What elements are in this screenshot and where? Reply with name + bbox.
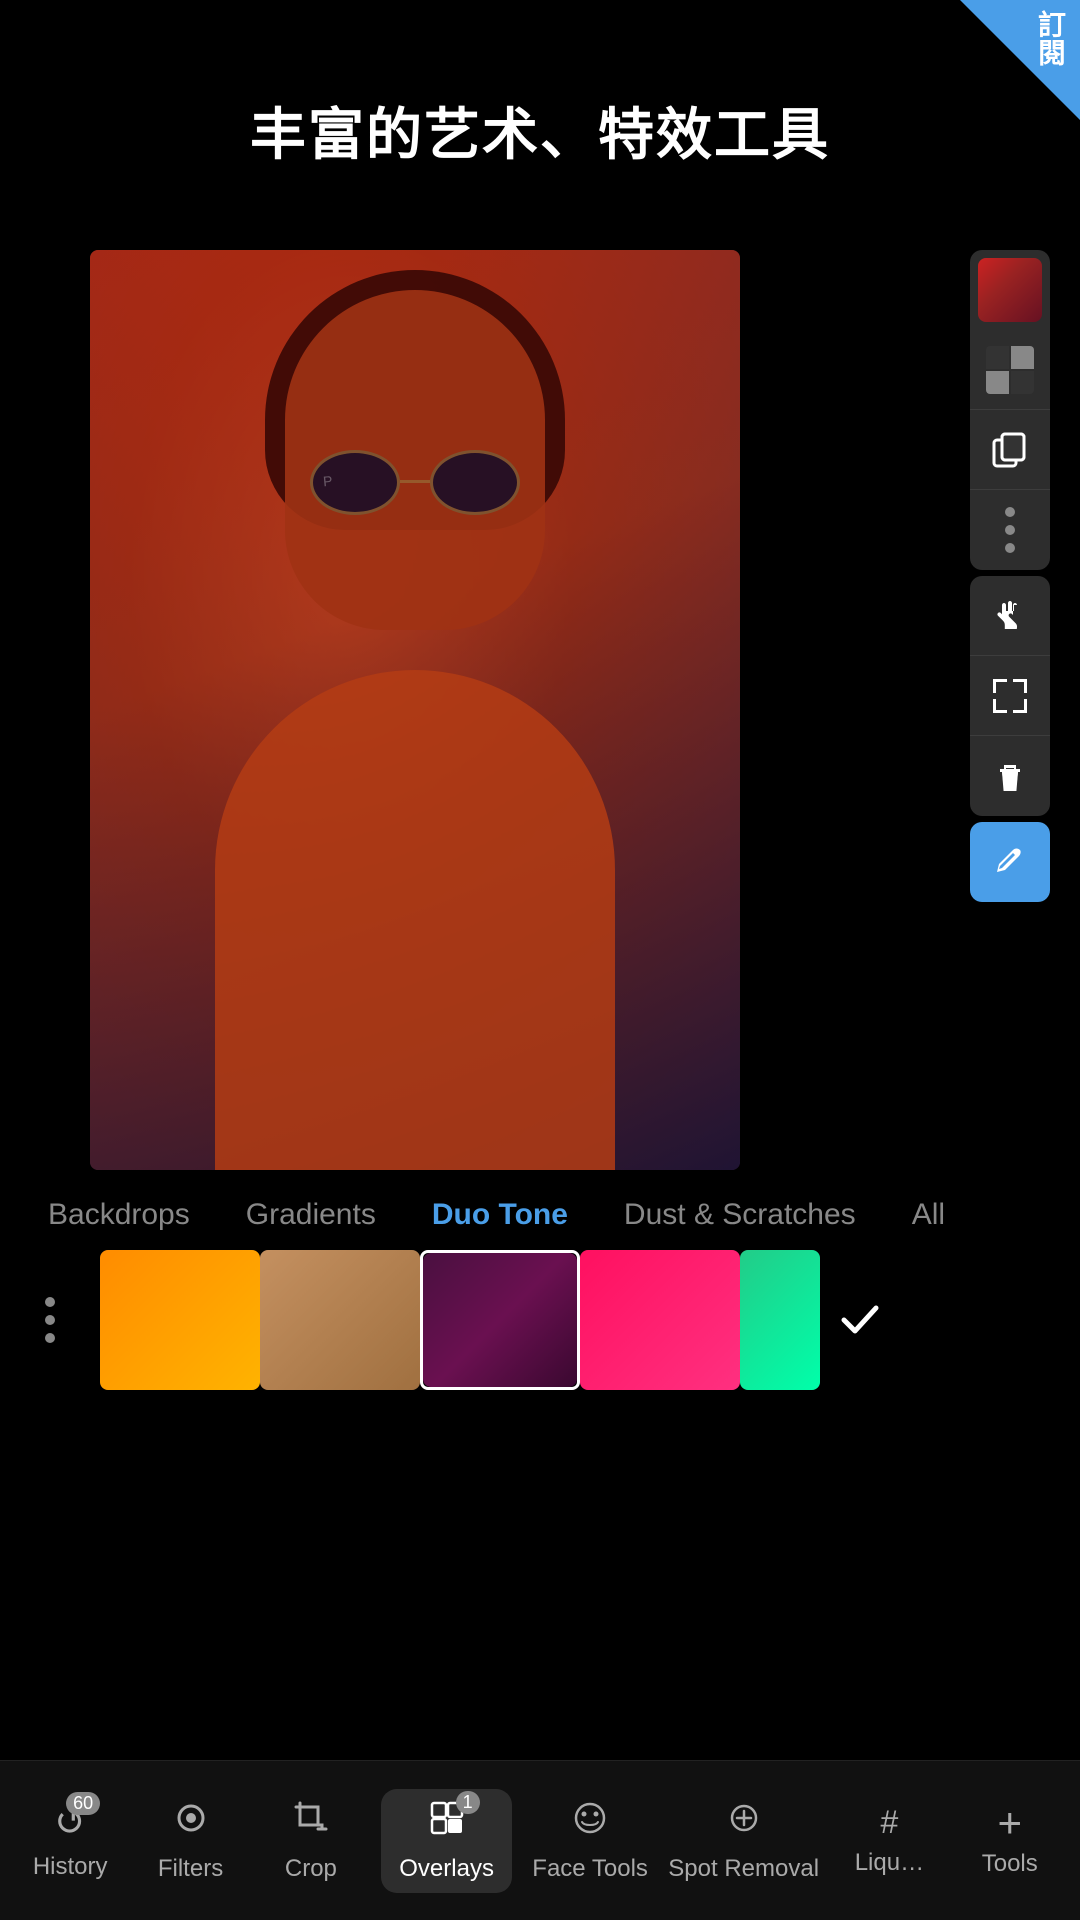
figure-head: P	[285, 290, 545, 630]
tab-duotone[interactable]: Duo Tone	[404, 1188, 596, 1242]
face-tools-icon	[571, 1799, 609, 1847]
overlay-menu-button[interactable]	[0, 1250, 100, 1390]
category-tabs: Backdrops Gradients Duo Tone Dust & Scra…	[0, 1180, 1080, 1250]
liquify-icon: #	[880, 1804, 898, 1841]
tab-gradients[interactable]: Gradients	[218, 1188, 404, 1242]
history-label: History	[33, 1853, 108, 1881]
thumb-orange-inner	[100, 1250, 260, 1390]
select-icon	[989, 675, 1031, 717]
delete-button[interactable]	[970, 736, 1050, 816]
select-button[interactable]	[970, 656, 1050, 736]
filters-icon	[172, 1799, 210, 1847]
corner-badge-text: 訂閱	[1030, 10, 1070, 66]
nav-liquify[interactable]: # Liqu…	[839, 1804, 939, 1877]
nav-filters[interactable]: Filters	[141, 1799, 241, 1883]
right-panel-mid	[970, 576, 1050, 816]
color-swatch	[978, 258, 1042, 322]
overlay-menu-icon	[45, 1297, 55, 1343]
right-panel-top	[970, 250, 1050, 570]
face-tools-label: Face Tools	[532, 1855, 648, 1883]
overlay-thumb-green[interactable]	[740, 1250, 820, 1390]
overlays-badge-container: 1	[428, 1799, 466, 1847]
filters-label: Filters	[158, 1855, 223, 1883]
thumb-pink-inner	[580, 1250, 740, 1390]
tools-icon: +	[997, 1804, 1022, 1842]
nav-crop[interactable]: Crop	[261, 1799, 361, 1883]
nav-face-tools[interactable]: Face Tools	[532, 1799, 648, 1883]
confirm-button[interactable]	[820, 1250, 900, 1390]
overlays-badge: 1	[456, 1791, 480, 1814]
glass-bridge	[400, 480, 430, 483]
nav-spot-removal[interactable]: Spot Removal	[668, 1799, 819, 1883]
crop-label: Crop	[285, 1855, 337, 1883]
history-badge: 60	[66, 1792, 100, 1815]
hand-icon	[989, 595, 1031, 637]
overlay-thumb-pink[interactable]	[580, 1250, 740, 1390]
checker-button[interactable]	[970, 330, 1050, 410]
check-icon	[838, 1298, 882, 1342]
thumb-green-inner	[740, 1250, 820, 1390]
overlay-thumb-orange[interactable]	[100, 1250, 260, 1390]
nav-overlays[interactable]: 1 Overlays	[381, 1789, 512, 1893]
eye-dropper-icon	[990, 842, 1030, 882]
page-title: 丰富的艺术、特效工具	[0, 90, 1080, 171]
color-swatch-button[interactable]	[970, 250, 1050, 330]
delete-icon	[990, 756, 1030, 796]
more-button[interactable]	[970, 490, 1050, 570]
overlays-label: Overlays	[399, 1855, 494, 1883]
spot-removal-icon	[725, 1799, 763, 1847]
overlay-thumb-tan[interactable]	[260, 1250, 420, 1390]
more-icon	[1005, 507, 1015, 553]
move-button[interactable]	[970, 576, 1050, 656]
tools-label: Tools	[982, 1850, 1038, 1878]
overlay-thumb-darkred[interactable]	[420, 1250, 580, 1390]
tab-dust-scratches[interactable]: Dust & Scratches	[596, 1188, 884, 1242]
right-panel	[970, 250, 1050, 902]
portrait-background: P	[90, 250, 740, 1170]
main-image: P	[90, 250, 740, 1170]
checker-icon	[986, 346, 1034, 394]
figure-body	[215, 670, 615, 1170]
bottom-nav: ↺ 60 History Filters Crop	[0, 1760, 1080, 1920]
thumb-darkred-inner	[423, 1253, 577, 1387]
overlay-row	[0, 1250, 1080, 1390]
nav-history[interactable]: ↺ 60 History	[20, 1800, 120, 1881]
nav-tools[interactable]: + Tools	[960, 1804, 1060, 1878]
duplicate-button[interactable]	[970, 410, 1050, 490]
history-badge-container: ↺ 60	[54, 1800, 86, 1845]
glass-right	[430, 450, 520, 515]
glass-left: P	[310, 450, 400, 515]
liquify-label: Liqu…	[855, 1849, 924, 1877]
spot-removal-label: Spot Removal	[668, 1855, 819, 1883]
tab-all[interactable]: All	[884, 1188, 973, 1242]
figure-glasses: P	[305, 450, 525, 520]
tab-backdrops[interactable]: Backdrops	[20, 1188, 218, 1242]
duplicate-icon	[990, 430, 1030, 470]
eye-dropper-button[interactable]	[970, 822, 1050, 902]
thumb-tan-inner	[260, 1250, 420, 1390]
crop-icon	[292, 1799, 330, 1847]
